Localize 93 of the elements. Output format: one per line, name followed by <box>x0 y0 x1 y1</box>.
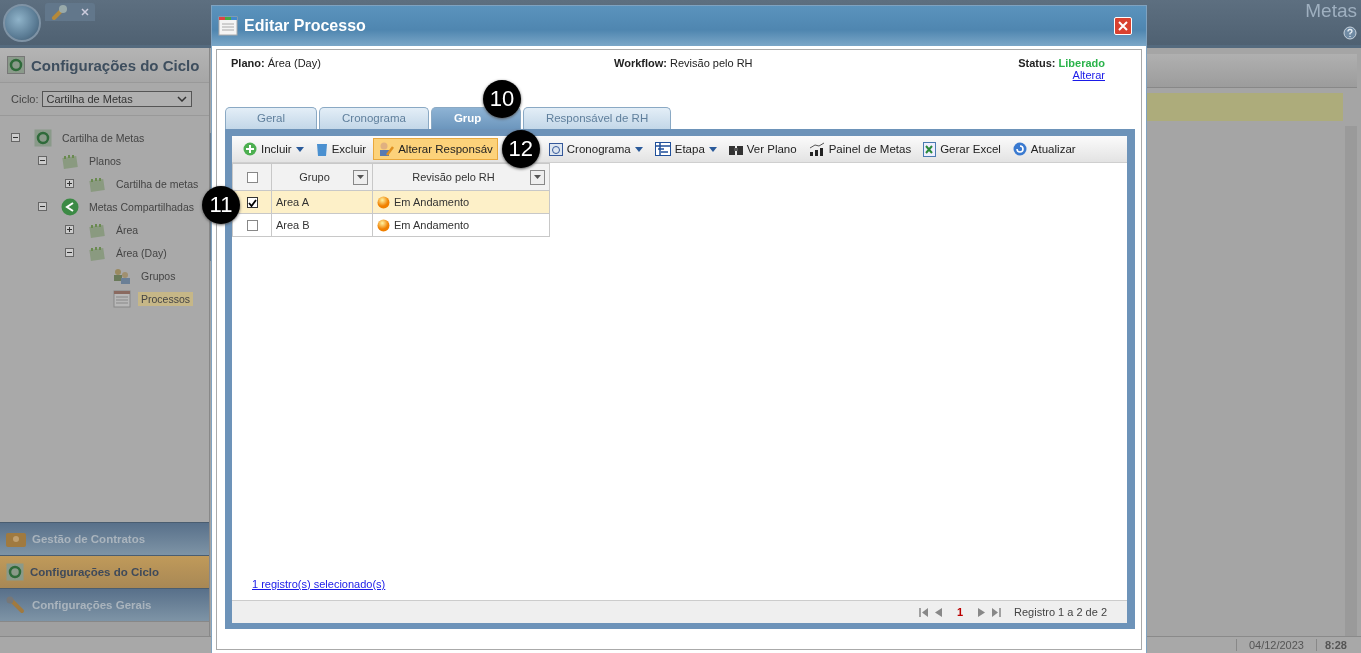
share-icon <box>61 197 79 216</box>
tree-item[interactable]: Cartilha de Metas <box>59 130 148 145</box>
calendar-icon <box>61 152 79 169</box>
tree-toggle[interactable] <box>65 179 74 188</box>
toolbar-button[interactable]: Cronograma <box>543 138 648 160</box>
gantt-icon <box>654 142 671 156</box>
first-page-icon[interactable] <box>918 607 928 617</box>
caret-icon <box>176 96 187 102</box>
next-page-icon[interactable] <box>978 607 986 617</box>
cycle-icon <box>34 128 52 147</box>
scrollbar[interactable] <box>1345 126 1357 636</box>
document-icon <box>218 16 238 36</box>
selection-link[interactable]: 1 registro(s) selecionado(s) <box>252 578 386 590</box>
folder-icon <box>6 531 26 547</box>
tree-toggle[interactable] <box>65 225 74 234</box>
callout-badge: 10 <box>482 80 521 118</box>
tree-item[interactable]: Área (Day) <box>113 245 170 260</box>
status-date: 04/12/2023 <box>1235 639 1316 651</box>
column-header: Revisão pelo RH <box>411 171 496 183</box>
table-cell: Area B <box>276 219 310 231</box>
tree-item[interactable]: Área <box>113 222 142 237</box>
tree-item[interactable]: Grupos <box>138 268 179 283</box>
caret-icon <box>634 146 643 152</box>
status-text: Status: Liberado <box>1018 57 1105 69</box>
help-icon[interactable] <box>1343 26 1357 40</box>
document-icon <box>113 289 131 308</box>
nav-item[interactable]: Configurações do Ciclo <box>0 555 209 588</box>
change-link[interactable]: Alterar <box>1072 69 1105 81</box>
dialog-title: Editar Processo <box>244 17 366 35</box>
tree-item[interactable]: Planos <box>86 153 125 168</box>
tree-item[interactable]: Processos <box>138 291 194 306</box>
wrench-icon <box>6 596 26 614</box>
add-icon <box>243 142 257 156</box>
toolbar-button[interactable]: Atualizar <box>1007 138 1081 160</box>
plano-text: Plano: Área (Day) <box>231 57 321 69</box>
person-pencil-icon <box>378 141 395 157</box>
tree-item[interactable]: Cartilha de metas <box>113 176 202 191</box>
caret-icon <box>357 175 364 179</box>
status-dot-icon <box>377 218 390 232</box>
select-all-checkbox[interactable] <box>246 172 258 184</box>
column-menu-button[interactable] <box>353 169 368 185</box>
column-header: Grupo <box>298 171 331 183</box>
binoculars-icon <box>728 143 743 155</box>
refresh-icon <box>1012 142 1027 156</box>
tab[interactable]: Geral <box>225 107 317 129</box>
ciclo-select[interactable]: Cartilha de Metas <box>41 91 192 107</box>
toolbar-button[interactable]: Incluir <box>238 138 309 160</box>
toolbar-button[interactable]: Etapa <box>649 138 722 160</box>
calendar-icon <box>88 175 106 192</box>
status-time: 8:28 <box>1315 639 1361 651</box>
panel-title: Configurações do Ciclo <box>31 56 200 74</box>
tree-toggle[interactable] <box>11 133 20 142</box>
close-button[interactable] <box>1114 17 1132 35</box>
toolbar-button[interactable]: Gerar Excel <box>918 138 1006 160</box>
calendar-icon <box>88 244 106 261</box>
spreadsheet-icon <box>923 141 937 157</box>
previous-page-icon[interactable] <box>934 607 942 617</box>
close-icon[interactable] <box>81 8 89 16</box>
record-count: Registro 1 a 2 de 2 <box>1014 606 1107 618</box>
bar-chart-icon <box>808 142 825 156</box>
row-checkbox[interactable] <box>246 197 258 209</box>
caret-icon <box>534 175 541 179</box>
tree-toggle[interactable] <box>65 248 74 257</box>
tree-item[interactable]: Metas Compartilhadas <box>86 199 198 214</box>
table-cell: Em Andamento <box>394 219 470 231</box>
column-menu-button[interactable] <box>530 169 545 185</box>
app-logo-icon[interactable] <box>3 3 41 42</box>
people-icon <box>113 266 131 285</box>
page-number[interactable]: 1 <box>948 606 972 618</box>
ciclo-label: Ciclo: <box>11 93 39 105</box>
row-checkbox[interactable] <box>246 220 258 232</box>
workflow-text: Workflow: Revisão pelo RH <box>614 57 753 69</box>
toolbar-button[interactable]: Alterar Responsáv <box>373 138 498 160</box>
cycle-icon <box>6 563 24 581</box>
status-dot-icon <box>377 195 390 209</box>
tab[interactable]: Responsável de RH <box>522 107 672 129</box>
tab[interactable]: Cronograma <box>319 107 429 129</box>
toolbar-button[interactable]: Painel de Metas <box>803 138 917 160</box>
last-page-icon[interactable] <box>992 607 1002 617</box>
trash-icon <box>315 141 328 157</box>
toolbar-button[interactable]: Ver Plano <box>723 138 802 160</box>
app-title: Metas <box>1305 0 1357 22</box>
callout-badge: 12 <box>501 130 540 168</box>
tree-toggle[interactable] <box>38 202 47 211</box>
close-icon <box>1118 21 1128 31</box>
calendar-icon <box>88 221 106 238</box>
table-cell: Em Andamento <box>394 196 470 208</box>
tree-toggle[interactable] <box>38 156 47 165</box>
table-cell: Area A <box>276 196 310 208</box>
cycle-icon <box>7 56 25 74</box>
caret-icon <box>295 146 304 152</box>
caret-icon <box>708 146 717 152</box>
toolbar-button[interactable]: Excluir <box>310 138 372 160</box>
